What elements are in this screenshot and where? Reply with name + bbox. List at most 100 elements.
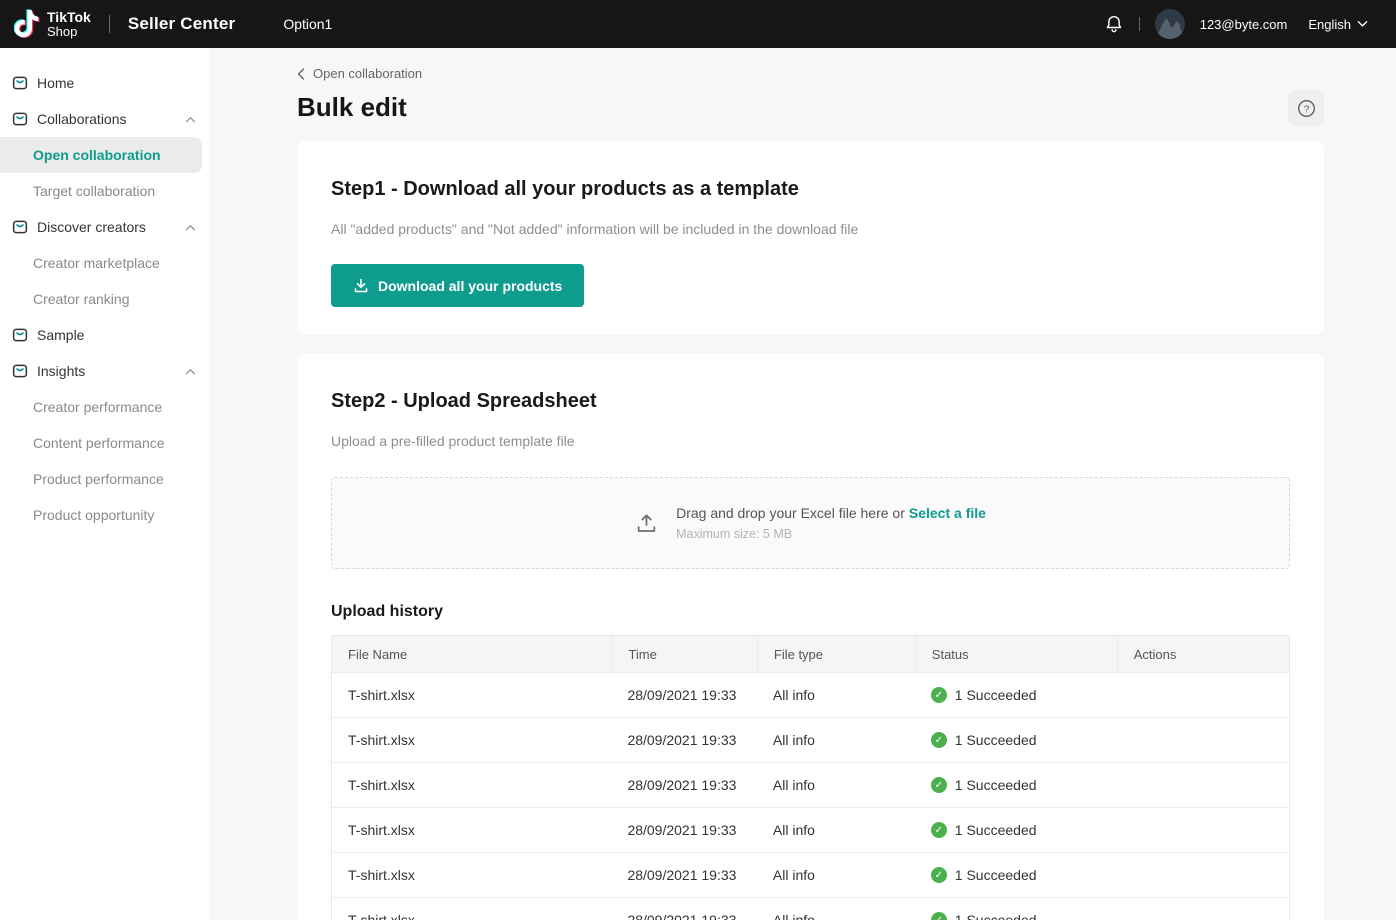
check-circle-icon: ✓ bbox=[930, 777, 947, 793]
breadcrumb-back[interactable]: Open collaboration bbox=[297, 66, 422, 81]
shop-bag-icon bbox=[12, 111, 28, 127]
cell-file-name: T-shirt.xlsx bbox=[332, 717, 612, 762]
cell-actions bbox=[1116, 762, 1289, 807]
cell-actions bbox=[1116, 852, 1289, 897]
sidebar-item-open-collaboration[interactable]: Open collaboration bbox=[0, 137, 202, 173]
column-header-time: Time bbox=[611, 636, 757, 672]
sidebar-item-collaborations[interactable]: Collaborations bbox=[0, 101, 210, 137]
cell-file-type: All info bbox=[756, 672, 915, 717]
sidebar-item-label: Collaborations bbox=[37, 111, 127, 127]
cell-status: ✓ 1 Succeeded bbox=[914, 807, 1117, 852]
sidebar-item-label: Open collaboration bbox=[33, 147, 161, 163]
shop-bag-icon bbox=[12, 327, 28, 343]
cell-file-type: All info bbox=[756, 717, 915, 762]
header-divider bbox=[1138, 17, 1140, 31]
cell-status: ✓ 1 Succeeded bbox=[914, 852, 1117, 897]
download-button-label: Download all your products bbox=[378, 277, 563, 294]
sidebar-item-creator-performance[interactable]: Creator performance bbox=[0, 389, 210, 425]
chevron-up-icon bbox=[185, 224, 196, 231]
status-label: 1 Succeeded bbox=[954, 822, 1037, 838]
question-circle-icon: ? bbox=[1297, 99, 1316, 118]
sidebar-item-home[interactable]: Home bbox=[0, 65, 210, 101]
step1-card: Step1 - Download all your products as a … bbox=[297, 141, 1324, 335]
sidebar-item-creator-ranking[interactable]: Creator ranking bbox=[0, 281, 210, 317]
sidebar-item-label: Discover creators bbox=[37, 219, 146, 235]
sidebar-item-label: Target collaboration bbox=[33, 183, 156, 199]
sidebar-item-discover-creators[interactable]: Discover creators bbox=[0, 209, 210, 245]
table-row: T-shirt.xlsx 28/09/2021 19:33 All info ✓… bbox=[332, 897, 1289, 920]
sidebar-item-label: Home bbox=[37, 75, 75, 91]
cell-actions bbox=[1116, 717, 1289, 762]
table-row: T-shirt.xlsx 28/09/2021 19:33 All info ✓… bbox=[332, 852, 1289, 897]
cell-file-name: T-shirt.xlsx bbox=[332, 762, 612, 807]
chevron-left-icon bbox=[297, 67, 305, 80]
status-badge: ✓ 1 Succeeded bbox=[930, 853, 1101, 897]
dropzone-hint: Maximum size: 5 MB bbox=[676, 527, 793, 541]
table-row: T-shirt.xlsx 28/09/2021 19:33 All info ✓… bbox=[332, 762, 1289, 807]
select-file-link[interactable]: Select a file bbox=[909, 505, 986, 521]
table-row: T-shirt.xlsx 28/09/2021 19:33 All info ✓… bbox=[332, 717, 1289, 762]
cell-actions bbox=[1116, 672, 1289, 717]
help-button[interactable]: ? bbox=[1288, 90, 1324, 126]
cell-status: ✓ 1 Succeeded bbox=[914, 672, 1117, 717]
sidebar-item-sample[interactable]: Sample bbox=[0, 317, 210, 353]
header-divider bbox=[108, 15, 110, 33]
sidebar-item-product-opportunity[interactable]: Product opportunity bbox=[0, 497, 210, 533]
table-row: T-shirt.xlsx 28/09/2021 19:33 All info ✓… bbox=[332, 672, 1289, 717]
tiktok-shop-logo[interactable]: TikTok Shop bbox=[14, 9, 91, 39]
download-all-products-button[interactable]: Download all your products bbox=[331, 264, 585, 307]
cell-file-type: All info bbox=[756, 807, 915, 852]
sidebar-item-label: Creator performance bbox=[33, 399, 163, 415]
status-badge: ✓ 1 Succeeded bbox=[930, 763, 1101, 807]
file-dropzone[interactable]: Drag and drop your Excel file here or Sel… bbox=[331, 477, 1290, 569]
upload-history-table: File Name Time File type Status Actions T-sh… bbox=[331, 635, 1290, 920]
column-header-file-type: File type bbox=[756, 636, 915, 672]
status-label: 1 Succeeded bbox=[954, 912, 1037, 920]
status-badge: ✓ 1 Succeeded bbox=[930, 808, 1101, 852]
sidebar-item-label: Sample bbox=[37, 327, 85, 343]
sidebar-item-label: Content performance bbox=[33, 435, 165, 451]
step2-description: Upload a pre-filled product template fil… bbox=[331, 433, 575, 449]
sidebar-item-insights[interactable]: Insights bbox=[0, 353, 210, 389]
breadcrumb-label: Open collaboration bbox=[313, 66, 423, 81]
app-title: Seller Center bbox=[127, 14, 236, 33]
cell-status: ✓ 1 Succeeded bbox=[914, 897, 1117, 920]
sidebar-item-content-performance[interactable]: Content performance bbox=[0, 425, 210, 461]
shop-bag-icon bbox=[12, 219, 28, 235]
step2-title: Step2 - Upload Spreadsheet bbox=[331, 390, 597, 412]
status-label: 1 Succeeded bbox=[954, 867, 1037, 883]
language-selector[interactable]: English bbox=[1308, 17, 1368, 32]
cell-actions bbox=[1116, 807, 1289, 852]
upload-icon bbox=[635, 512, 658, 535]
sidebar-item-product-performance[interactable]: Product performance bbox=[0, 461, 210, 497]
cell-file-type: All info bbox=[756, 897, 915, 920]
check-circle-icon: ✓ bbox=[930, 822, 947, 838]
cell-time: 28/09/2021 19:33 bbox=[611, 807, 757, 852]
status-label: 1 Succeeded bbox=[954, 732, 1037, 748]
status-badge: ✓ 1 Succeeded bbox=[930, 898, 1101, 920]
cell-time: 28/09/2021 19:33 bbox=[611, 672, 757, 717]
cell-file-name: T-shirt.xlsx bbox=[332, 852, 612, 897]
tiktok-note-icon bbox=[14, 9, 40, 39]
sidebar-item-creator-marketplace[interactable]: Creator marketplace bbox=[0, 245, 210, 281]
cell-status: ✓ 1 Succeeded bbox=[914, 717, 1117, 762]
sidebar-item-label: Product opportunity bbox=[33, 507, 155, 523]
nav-item-option1[interactable]: Option1 bbox=[283, 16, 332, 32]
chevron-down-icon bbox=[1357, 20, 1368, 28]
check-circle-icon: ✓ bbox=[930, 912, 947, 920]
status-label: 1 Succeeded bbox=[954, 687, 1037, 703]
table-row: T-shirt.xlsx 28/09/2021 19:33 All info ✓… bbox=[332, 807, 1289, 852]
step1-description: All "added products" and "Not added" inf… bbox=[331, 221, 859, 237]
sidebar-item-label: Insights bbox=[37, 363, 86, 379]
bell-icon[interactable] bbox=[1104, 13, 1124, 35]
chevron-up-icon bbox=[185, 116, 196, 123]
cell-status: ✓ 1 Succeeded bbox=[914, 762, 1117, 807]
page-title: Bulk edit bbox=[297, 92, 407, 122]
user-email[interactable]: 123@byte.com bbox=[1200, 17, 1288, 32]
step1-title: Step1 - Download all your products as a … bbox=[331, 178, 799, 200]
sidebar-item-target-collaboration[interactable]: Target collaboration bbox=[0, 173, 210, 209]
cell-file-name: T-shirt.xlsx bbox=[332, 807, 612, 852]
table-header-row: File Name Time File type Status Actions bbox=[332, 636, 1289, 672]
shop-bag-icon bbox=[12, 363, 28, 379]
user-avatar[interactable] bbox=[1154, 9, 1185, 39]
